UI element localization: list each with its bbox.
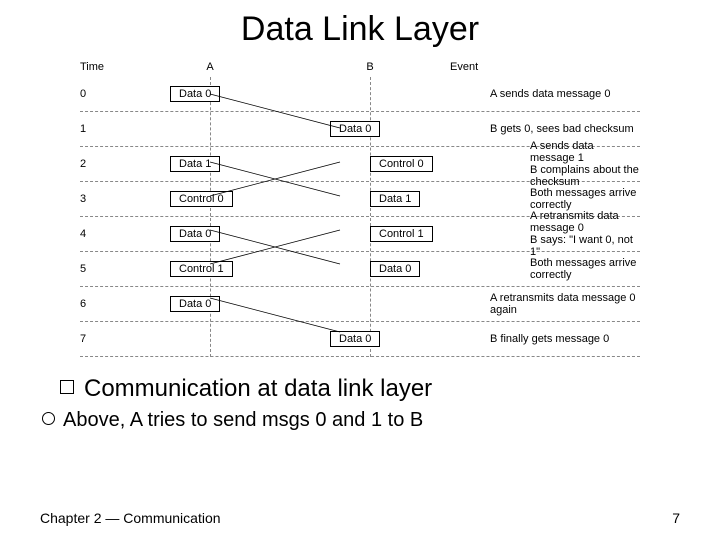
diagram-header-row: Time A B Event bbox=[80, 57, 640, 77]
slide-title: Data Link Layer bbox=[0, 10, 720, 49]
header-b: B bbox=[290, 61, 450, 73]
message-box: Control 0 bbox=[170, 191, 233, 207]
event-cell: A sends data message 1 B complains about… bbox=[530, 140, 640, 188]
main-bullet: Communication at data link layer bbox=[60, 375, 720, 403]
message-box: Data 0 bbox=[330, 331, 380, 347]
event-cell: Both messages arrive correctly bbox=[530, 257, 640, 281]
b-cell: Control 0 bbox=[330, 156, 530, 172]
message-box: Data 0 bbox=[170, 296, 220, 312]
message-box: Data 0 bbox=[170, 226, 220, 242]
b-cell: Data 0 bbox=[290, 121, 490, 137]
square-bullet-icon bbox=[60, 380, 74, 394]
message-box: Data 1 bbox=[170, 156, 220, 172]
a-cell: Data 1 bbox=[130, 156, 330, 172]
time-cell: 6 bbox=[80, 298, 130, 310]
diagram-row: 5 Control 1 Data 0 Both messages arrive cor… bbox=[80, 252, 640, 287]
event-cell: A sends data message 0 bbox=[490, 88, 640, 100]
header-a: A bbox=[130, 61, 290, 73]
b-cell: Data 0 bbox=[330, 261, 530, 277]
sub-bullet-text: Above, A tries to send msgs 0 and 1 to B bbox=[63, 409, 423, 431]
event-cell: A retransmits data message 0 again bbox=[490, 292, 640, 316]
footer: Chapter 2 — Communication 7 bbox=[40, 510, 680, 526]
time-cell: 3 bbox=[80, 193, 130, 205]
header-time: Time bbox=[80, 61, 130, 73]
diagram-row: 4Data 0Control 1A retransmits data messa… bbox=[80, 217, 640, 252]
diagram-row: 0 Data 0 A sends data message 0 bbox=[80, 77, 640, 112]
timing-diagram: Time A B Event 0 Data 0 A sends data messa… bbox=[80, 57, 640, 357]
footer-left: Chapter 2 — Communication bbox=[40, 510, 221, 526]
a-cell: Data 0 bbox=[130, 296, 330, 312]
main-bullet-text: Communication at data link layer bbox=[84, 375, 432, 402]
message-box: Control 0 bbox=[370, 156, 433, 172]
b-cell: Control 1 bbox=[330, 226, 530, 242]
message-box: Data 0 bbox=[330, 121, 380, 137]
a-cell: Control 0 bbox=[130, 191, 330, 207]
time-cell: 1 bbox=[80, 123, 130, 135]
time-cell: 7 bbox=[80, 333, 130, 345]
event-cell: B gets 0, sees bad checksum bbox=[490, 123, 640, 135]
a-cell: Data 0 bbox=[130, 86, 330, 102]
message-box: Data 0 bbox=[370, 261, 420, 277]
b-cell: Data 1 bbox=[330, 191, 530, 207]
time-cell: 2 bbox=[80, 158, 130, 170]
message-box: Control 1 bbox=[170, 261, 233, 277]
circle-bullet-icon bbox=[42, 412, 55, 425]
sub-bullet: Above, A tries to send msgs 0 and 1 to B bbox=[42, 409, 720, 432]
time-cell: 5 bbox=[80, 263, 130, 275]
event-cell: Both messages arrive correctly bbox=[530, 187, 640, 211]
footer-right: 7 bbox=[672, 510, 680, 526]
message-box: Data 0 bbox=[170, 86, 220, 102]
message-box: Data 1 bbox=[370, 191, 420, 207]
diagram-row: 2Data 1Control 0A sends data message 1 B… bbox=[80, 147, 640, 182]
diagram-row: 6 Data 0 A retransmits data message 0 agai… bbox=[80, 287, 640, 322]
b-cell: Data 0 bbox=[290, 331, 490, 347]
event-cell: A retransmits data message 0 B says: "I … bbox=[530, 210, 640, 258]
message-box: Control 1 bbox=[370, 226, 433, 242]
time-cell: 4 bbox=[80, 228, 130, 240]
a-cell: Data 0 bbox=[130, 226, 330, 242]
header-event: Event bbox=[450, 61, 640, 73]
event-cell: B finally gets message 0 bbox=[490, 333, 640, 345]
diagram-row: 7 Data 0 B finally gets message 0 bbox=[80, 322, 640, 357]
a-cell: Control 1 bbox=[130, 261, 330, 277]
time-cell: 0 bbox=[80, 88, 130, 100]
